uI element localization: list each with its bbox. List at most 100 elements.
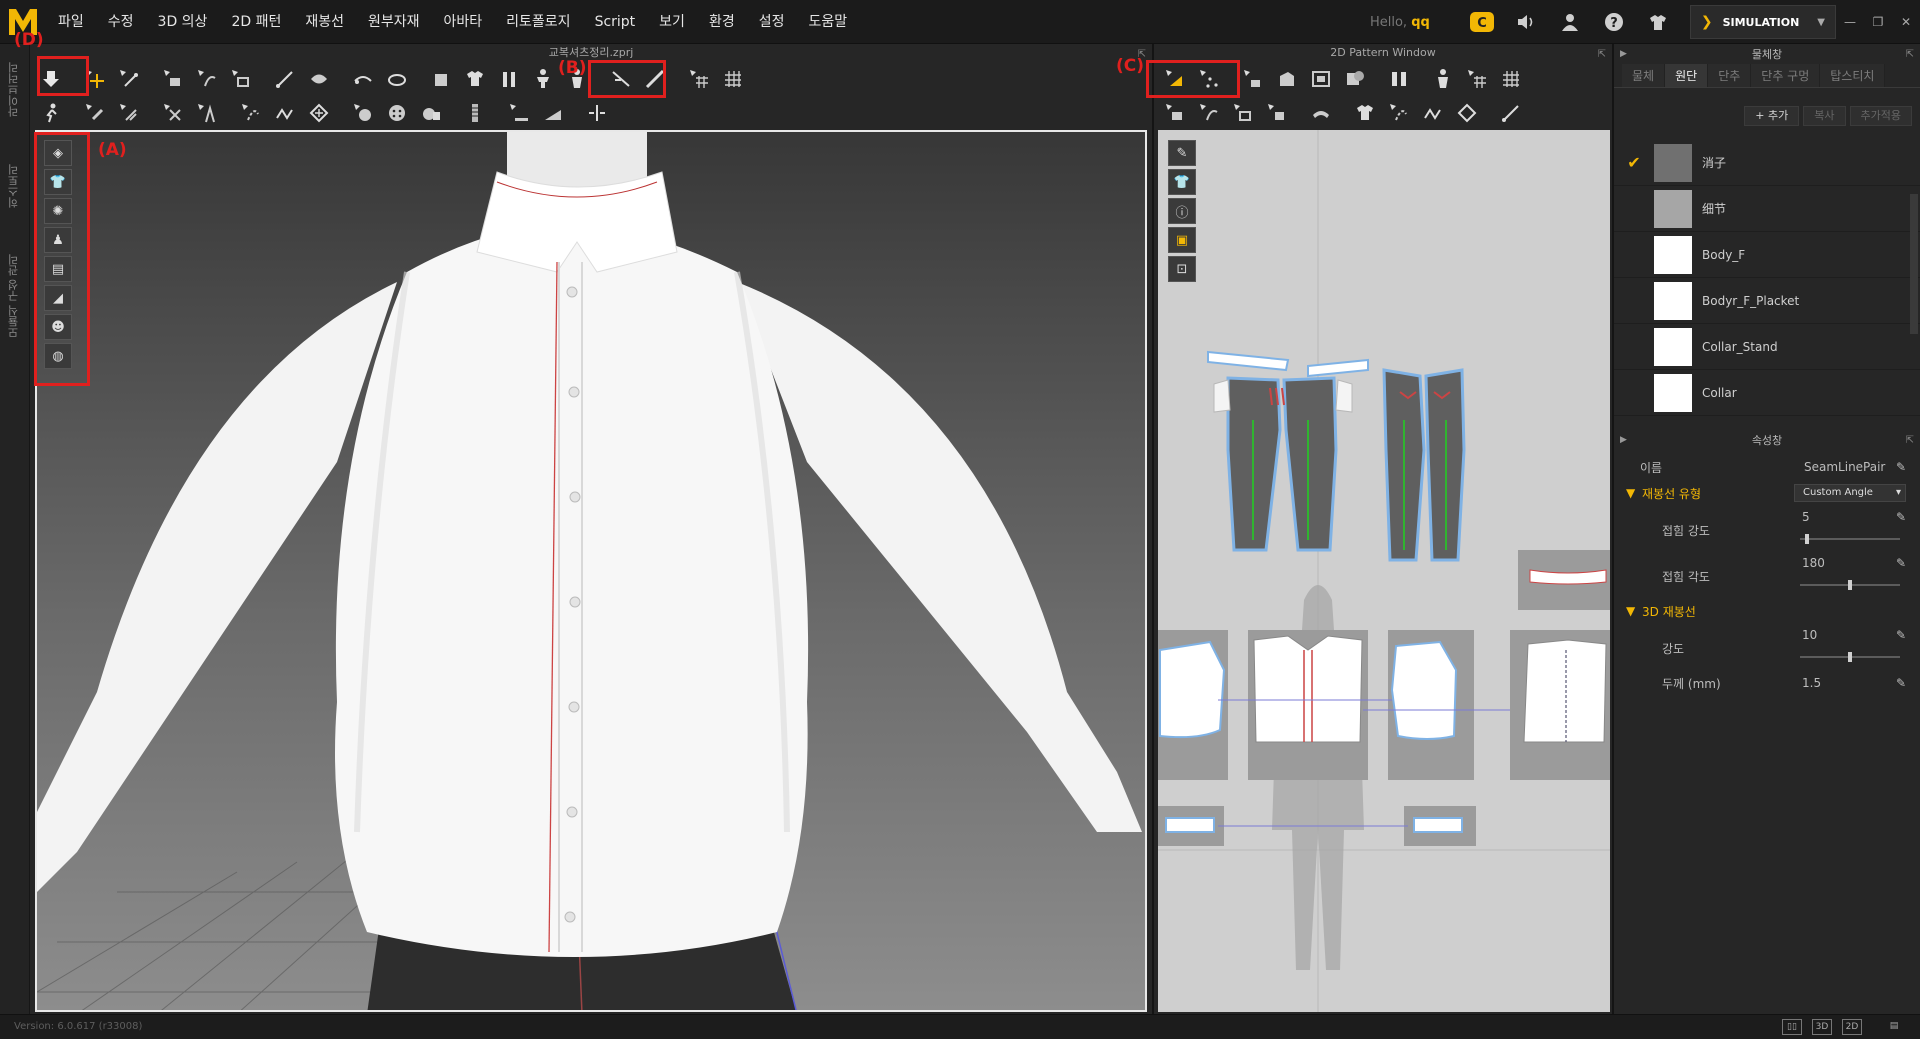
simulation-button[interactable]: ❯ SIMULATION ▼ bbox=[1689, 5, 1836, 39]
cloud-icon[interactable]: C bbox=[1460, 0, 1504, 44]
fold-arrange-icon[interactable] bbox=[224, 64, 258, 94]
fold-strength-value[interactable]: 5 bbox=[1802, 510, 1810, 524]
menu-2d-pattern[interactable]: 2D 패턴 bbox=[219, 0, 293, 44]
edit-curvature-icon[interactable] bbox=[1236, 64, 1270, 94]
segment-sewing-icon[interactable] bbox=[1192, 98, 1226, 128]
stitch-icon[interactable] bbox=[234, 98, 268, 128]
fold-strength-knob[interactable] bbox=[1804, 534, 1809, 544]
fabric-row[interactable]: Bodyr_F_Placket bbox=[1614, 278, 1920, 324]
menu-script[interactable]: Script bbox=[583, 0, 648, 44]
fabric-swatch[interactable] bbox=[1654, 189, 1692, 228]
collapse-arrow-icon[interactable]: ▶ bbox=[1620, 49, 1627, 59]
graphic-icon[interactable] bbox=[1348, 98, 1382, 128]
grid-icon[interactable] bbox=[716, 64, 750, 94]
fold-tool-icon[interactable] bbox=[190, 64, 224, 94]
menu-3d-garment[interactable]: 3D 의상 bbox=[146, 0, 220, 44]
smooth-brush-icon[interactable] bbox=[112, 98, 146, 128]
show-garment-2d-icon[interactable]: 👕 bbox=[1168, 169, 1196, 195]
edit-name-icon[interactable]: ✎ bbox=[1896, 460, 1906, 474]
fabric-swatch[interactable] bbox=[1654, 235, 1692, 274]
menu-view[interactable]: 보기 bbox=[647, 0, 697, 44]
panel-toggle-icon[interactable]: ▤ bbox=[1884, 1019, 1904, 1035]
fabric-swatch[interactable] bbox=[1654, 327, 1692, 366]
property-collapse-icon[interactable]: ▶ bbox=[1620, 435, 1627, 445]
grid-select-icon[interactable] bbox=[682, 64, 716, 94]
fold-angle-knob[interactable] bbox=[1848, 580, 1852, 590]
tab-button[interactable]: 단추 bbox=[1708, 64, 1752, 87]
fabric-row[interactable]: Collar bbox=[1614, 370, 1920, 416]
prop-name-value[interactable]: SeamLinePair bbox=[1804, 460, 1885, 474]
fold-angle-value[interactable]: 180 bbox=[1802, 556, 1825, 570]
view-3d-button[interactable]: 3D bbox=[1812, 1019, 1832, 1035]
strength-value[interactable]: 10 bbox=[1802, 628, 1817, 642]
button-tool-icon[interactable] bbox=[346, 98, 380, 128]
split-view-button[interactable]: ▯▯ bbox=[1782, 1019, 1802, 1035]
tab-object[interactable]: 물체 bbox=[1622, 64, 1666, 87]
cross-seam-icon[interactable] bbox=[190, 98, 224, 128]
thickness-value[interactable]: 1.5 bbox=[1802, 676, 1821, 690]
menu-sewing[interactable]: 재봉선 bbox=[293, 0, 356, 44]
pattern-2d-icon[interactable] bbox=[1450, 98, 1484, 128]
cut-tool-icon[interactable] bbox=[156, 98, 190, 128]
menu-materials[interactable]: 원부자재 bbox=[356, 0, 432, 44]
strength-slider[interactable] bbox=[1800, 652, 1900, 662]
panel-maximize-icon[interactable]: ⇱ bbox=[1906, 49, 1914, 60]
tab-topstitch[interactable]: 탑스티치 bbox=[1820, 64, 1886, 87]
split-icon[interactable] bbox=[580, 98, 614, 128]
seam-allowance-icon[interactable] bbox=[1158, 98, 1192, 128]
restore-icon[interactable]: ❐ bbox=[1864, 0, 1892, 44]
grid-select-2d-icon[interactable] bbox=[1460, 64, 1494, 94]
copy-fabric-button[interactable]: 복사 bbox=[1803, 106, 1846, 126]
menu-retopology[interactable]: 리토폴로지 bbox=[494, 0, 582, 44]
tab-buttonhole[interactable]: 단추 구멍 bbox=[1751, 64, 1821, 87]
measure-icon[interactable] bbox=[302, 64, 336, 94]
fabric-icon[interactable]: ▣ bbox=[1168, 227, 1196, 253]
menu-environment[interactable]: 환경 bbox=[697, 0, 747, 44]
fabric-row[interactable]: ✔ 消子 bbox=[1614, 140, 1920, 186]
stitch-2d-icon[interactable] bbox=[1382, 98, 1416, 128]
section-arrow-icon[interactable]: ▼ bbox=[1626, 486, 1635, 500]
free-sewing-icon[interactable] bbox=[1226, 98, 1260, 128]
strap-icon[interactable] bbox=[380, 64, 414, 94]
menu-avatar[interactable]: 아바타 bbox=[432, 0, 495, 44]
menu-edit[interactable]: 수정 bbox=[96, 0, 146, 44]
buttonhole-icon[interactable] bbox=[380, 98, 414, 128]
edit-thickness-icon[interactable]: ✎ bbox=[1896, 676, 1906, 690]
info-icon[interactable]: ⓘ bbox=[1168, 198, 1196, 224]
zipper-icon[interactable] bbox=[458, 98, 492, 128]
ellipse-icon[interactable] bbox=[1338, 64, 1372, 94]
select-mesh-icon[interactable] bbox=[112, 64, 146, 94]
sewing-type-select[interactable]: Custom Angle ▾ bbox=[1794, 484, 1906, 502]
view-2d-button[interactable]: 2D bbox=[1842, 1019, 1862, 1035]
texture-edit-icon[interactable] bbox=[1304, 98, 1338, 128]
viewport-3d[interactable] bbox=[35, 130, 1147, 1012]
fabric-list-scrollbar[interactable] bbox=[1910, 194, 1918, 334]
maximize-2d-icon[interactable]: ⇱ bbox=[1598, 46, 1606, 64]
measure-2d-icon[interactable] bbox=[1494, 98, 1528, 128]
pattern-fill-icon[interactable] bbox=[302, 98, 336, 128]
fabric-swatch[interactable] bbox=[1654, 281, 1692, 320]
trim-icon[interactable] bbox=[536, 98, 570, 128]
side-tab-library[interactable]: 라이브러리 bbox=[6, 62, 24, 117]
side-tab-history[interactable]: 히스토리 bbox=[6, 164, 24, 208]
piping-2d-icon[interactable] bbox=[1416, 98, 1450, 128]
check-sewing-icon[interactable] bbox=[1260, 98, 1294, 128]
rectangle-icon[interactable] bbox=[1304, 64, 1338, 94]
user-icon[interactable] bbox=[1548, 0, 1592, 44]
apply-fabric-button[interactable]: 추가적용 bbox=[1849, 106, 1912, 126]
close-icon[interactable]: ✕ bbox=[1892, 0, 1920, 44]
lock-icon[interactable] bbox=[414, 98, 448, 128]
garment-fit-icon[interactable] bbox=[458, 64, 492, 94]
viewport-2d[interactable] bbox=[1158, 130, 1610, 1012]
help-icon[interactable]: ? bbox=[1592, 0, 1636, 44]
internal-shape-icon[interactable] bbox=[1382, 64, 1416, 94]
tape-line-icon[interactable] bbox=[502, 98, 536, 128]
fabric-row[interactable]: Collar_Stand bbox=[1614, 324, 1920, 370]
lock-pattern-icon[interactable]: ⊡ bbox=[1168, 256, 1196, 282]
tape-icon[interactable] bbox=[346, 64, 380, 94]
grid-2d-icon[interactable] bbox=[1494, 64, 1528, 94]
menu-help[interactable]: 도움말 bbox=[796, 0, 859, 44]
edit-fold-strength-icon[interactable]: ✎ bbox=[1896, 510, 1906, 524]
menu-file[interactable]: 파일 bbox=[46, 0, 96, 44]
edit-fold-angle-icon[interactable]: ✎ bbox=[1896, 556, 1906, 570]
